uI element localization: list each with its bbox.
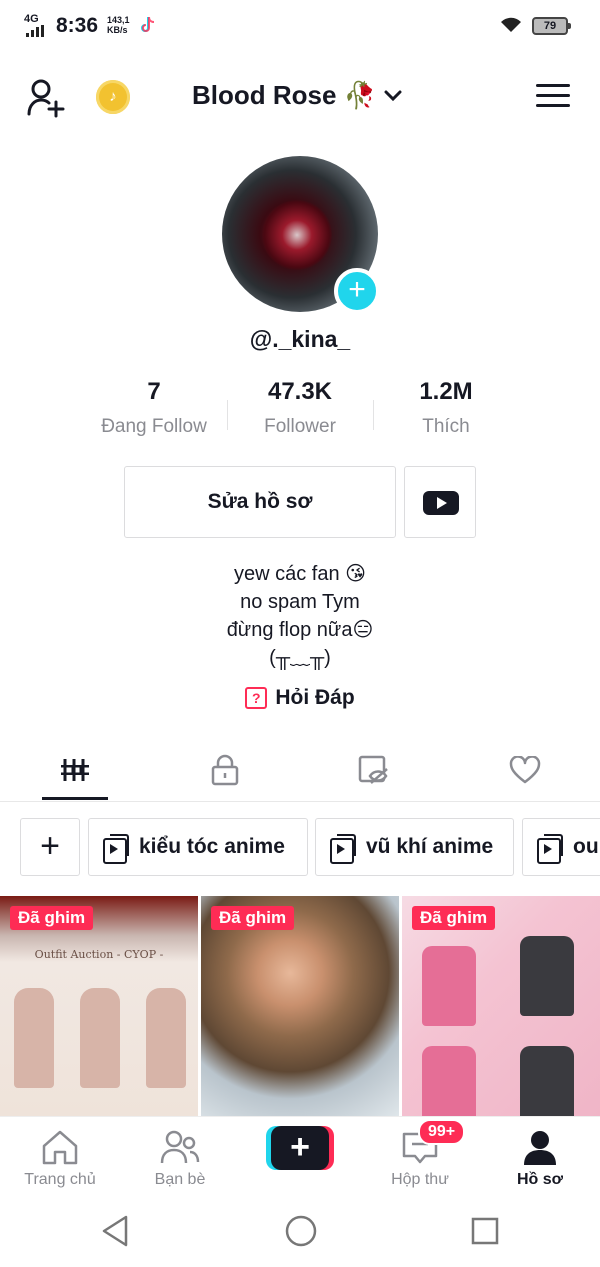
- edit-profile-button[interactable]: Sửa hồ sơ: [124, 466, 396, 538]
- heart-icon: [509, 756, 541, 784]
- nav-friends[interactable]: Bạn bè: [120, 1127, 240, 1189]
- home-circle-icon[interactable]: [284, 1214, 318, 1248]
- back-icon[interactable]: [100, 1214, 130, 1248]
- playlist-icon: [330, 834, 356, 864]
- tab-videos[interactable]: [25, 740, 125, 800]
- status-bar: 4G 8:36 143,1 KB/s 79: [0, 0, 600, 52]
- network-speed: 143,1 KB/s: [107, 15, 130, 35]
- qa-label: Hỏi Đáp: [275, 686, 355, 709]
- account-switcher[interactable]: Blood Rose 🥀: [192, 80, 402, 111]
- youtube-button[interactable]: [404, 466, 476, 538]
- add-friend-icon[interactable]: [26, 78, 66, 118]
- bottom-nav: Trang chủ Bạn bè + Hộp thư 99+ Hồ sơ: [0, 1116, 600, 1196]
- playlist-chip[interactable]: kiểu tóc anime: [88, 818, 308, 876]
- tab-hidden[interactable]: [325, 740, 425, 800]
- youtube-icon: [423, 491, 459, 515]
- speed-unit: KB/s: [107, 25, 128, 35]
- pinned-badge: Đã ghim: [412, 906, 496, 930]
- speed-value: 143,1: [107, 15, 130, 25]
- divider: [227, 400, 228, 430]
- stat-following[interactable]: 7 Đang Follow: [84, 378, 224, 438]
- profile-icon: [524, 1131, 556, 1165]
- outfit-figure: [422, 946, 476, 1026]
- outfit-figure: [422, 1046, 476, 1116]
- system-nav: [0, 1196, 600, 1267]
- username: @._kina_: [249, 326, 351, 352]
- friends-icon: [160, 1130, 200, 1164]
- recents-icon[interactable]: [470, 1214, 500, 1248]
- sketch-figure: [146, 988, 186, 1088]
- signal-icon: [26, 25, 44, 37]
- bio-line: no spam Tym: [240, 591, 360, 613]
- active-tab-indicator: [42, 797, 108, 800]
- playlist-icon: [103, 834, 129, 864]
- playlist-row: + kiểu tóc anime vũ khí anime ou: [20, 818, 600, 878]
- coin-icon[interactable]: ♪: [96, 80, 130, 114]
- add-avatar-button[interactable]: +: [334, 268, 380, 314]
- divider: [373, 400, 374, 430]
- bio: yew các fan 😘 no spam Tym đừng flop nữa😑…: [0, 560, 600, 672]
- stat-value: 47.3K: [267, 378, 333, 405]
- tab-private[interactable]: [175, 740, 275, 800]
- outfit-figure: [520, 1046, 574, 1116]
- create-button[interactable]: +: [266, 1126, 334, 1170]
- video-grid: Outfit Auction - CYOP - Đã ghim Đã ghim …: [0, 896, 600, 1116]
- sketch-figure: [80, 988, 120, 1088]
- sketch-figure: [14, 988, 54, 1088]
- battery-icon: 79: [532, 17, 571, 35]
- playlist-chip[interactable]: vũ khí anime: [315, 818, 514, 876]
- video-thumbnail[interactable]: Outfit Auction - CYOP - Đã ghim: [0, 896, 198, 1116]
- stat-value: 7: [147, 378, 161, 405]
- profile-header: ♪ Blood Rose 🥀: [0, 70, 600, 124]
- profile-tabs: [0, 740, 600, 802]
- add-playlist-button[interactable]: +: [20, 818, 80, 876]
- inbox-badge: 99+: [418, 1119, 466, 1145]
- nav-profile[interactable]: Hồ sơ: [480, 1127, 600, 1189]
- tab-liked[interactable]: [475, 740, 575, 800]
- lock-icon: [211, 754, 239, 786]
- status-time: 8:36: [56, 14, 99, 37]
- stat-likes[interactable]: 1.2M Thích: [376, 378, 516, 438]
- wifi-icon: [501, 17, 521, 32]
- video-thumbnail[interactable]: Đã ghim: [402, 896, 600, 1116]
- video-thumbnail[interactable]: Đã ghim: [201, 896, 399, 1116]
- stat-value: 1.2M: [419, 378, 473, 405]
- stat-label: Đang Follow: [101, 416, 207, 437]
- profile-stats: 7 Đang Follow 47.3K Follower 1.2M Thích: [0, 378, 600, 448]
- account-title: Blood Rose 🥀: [192, 80, 377, 110]
- nav-label: Hồ sơ: [516, 1171, 564, 1188]
- plus-icon: +: [271, 1126, 329, 1170]
- home-icon: [42, 1130, 78, 1165]
- menu-icon[interactable]: [536, 84, 570, 108]
- pinned-badge: Đã ghim: [10, 906, 94, 930]
- nav-label: Trang chủ: [24, 1171, 96, 1188]
- playlist-icon: [537, 834, 563, 864]
- qa-link[interactable]: ? Hỏi Đáp: [0, 686, 600, 710]
- tiktok-notification-icon: [141, 16, 155, 32]
- nav-label: Hộp thư: [391, 1171, 449, 1188]
- pinned-badge: Đã ghim: [211, 906, 295, 930]
- nav-label: Bạn bè: [154, 1171, 206, 1188]
- playlist-label: kiểu tóc anime: [139, 835, 285, 858]
- grid-icon: [61, 757, 89, 783]
- bio-line: đừng flop nữa😑: [226, 619, 374, 641]
- chevron-down-icon: [384, 90, 402, 101]
- stat-label: Thích: [422, 416, 470, 437]
- hidden-eye-icon: [358, 755, 388, 784]
- stat-label: Follower: [264, 416, 336, 437]
- question-icon: ?: [245, 687, 268, 709]
- bio-line: yew các fan 😘: [233, 563, 366, 585]
- playlist-label: ou: [573, 835, 599, 858]
- nav-home[interactable]: Trang chủ: [0, 1127, 120, 1189]
- playlist-chip[interactable]: ou: [522, 818, 600, 876]
- network-type: 4G: [24, 13, 39, 25]
- stat-followers[interactable]: 47.3K Follower: [230, 378, 370, 438]
- thumbnail-caption: Outfit Auction - CYOP -: [34, 948, 164, 961]
- outfit-figure: [520, 936, 574, 1016]
- bio-line: (╥﹏╥): [269, 647, 331, 669]
- playlist-label: vũ khí anime: [366, 835, 494, 858]
